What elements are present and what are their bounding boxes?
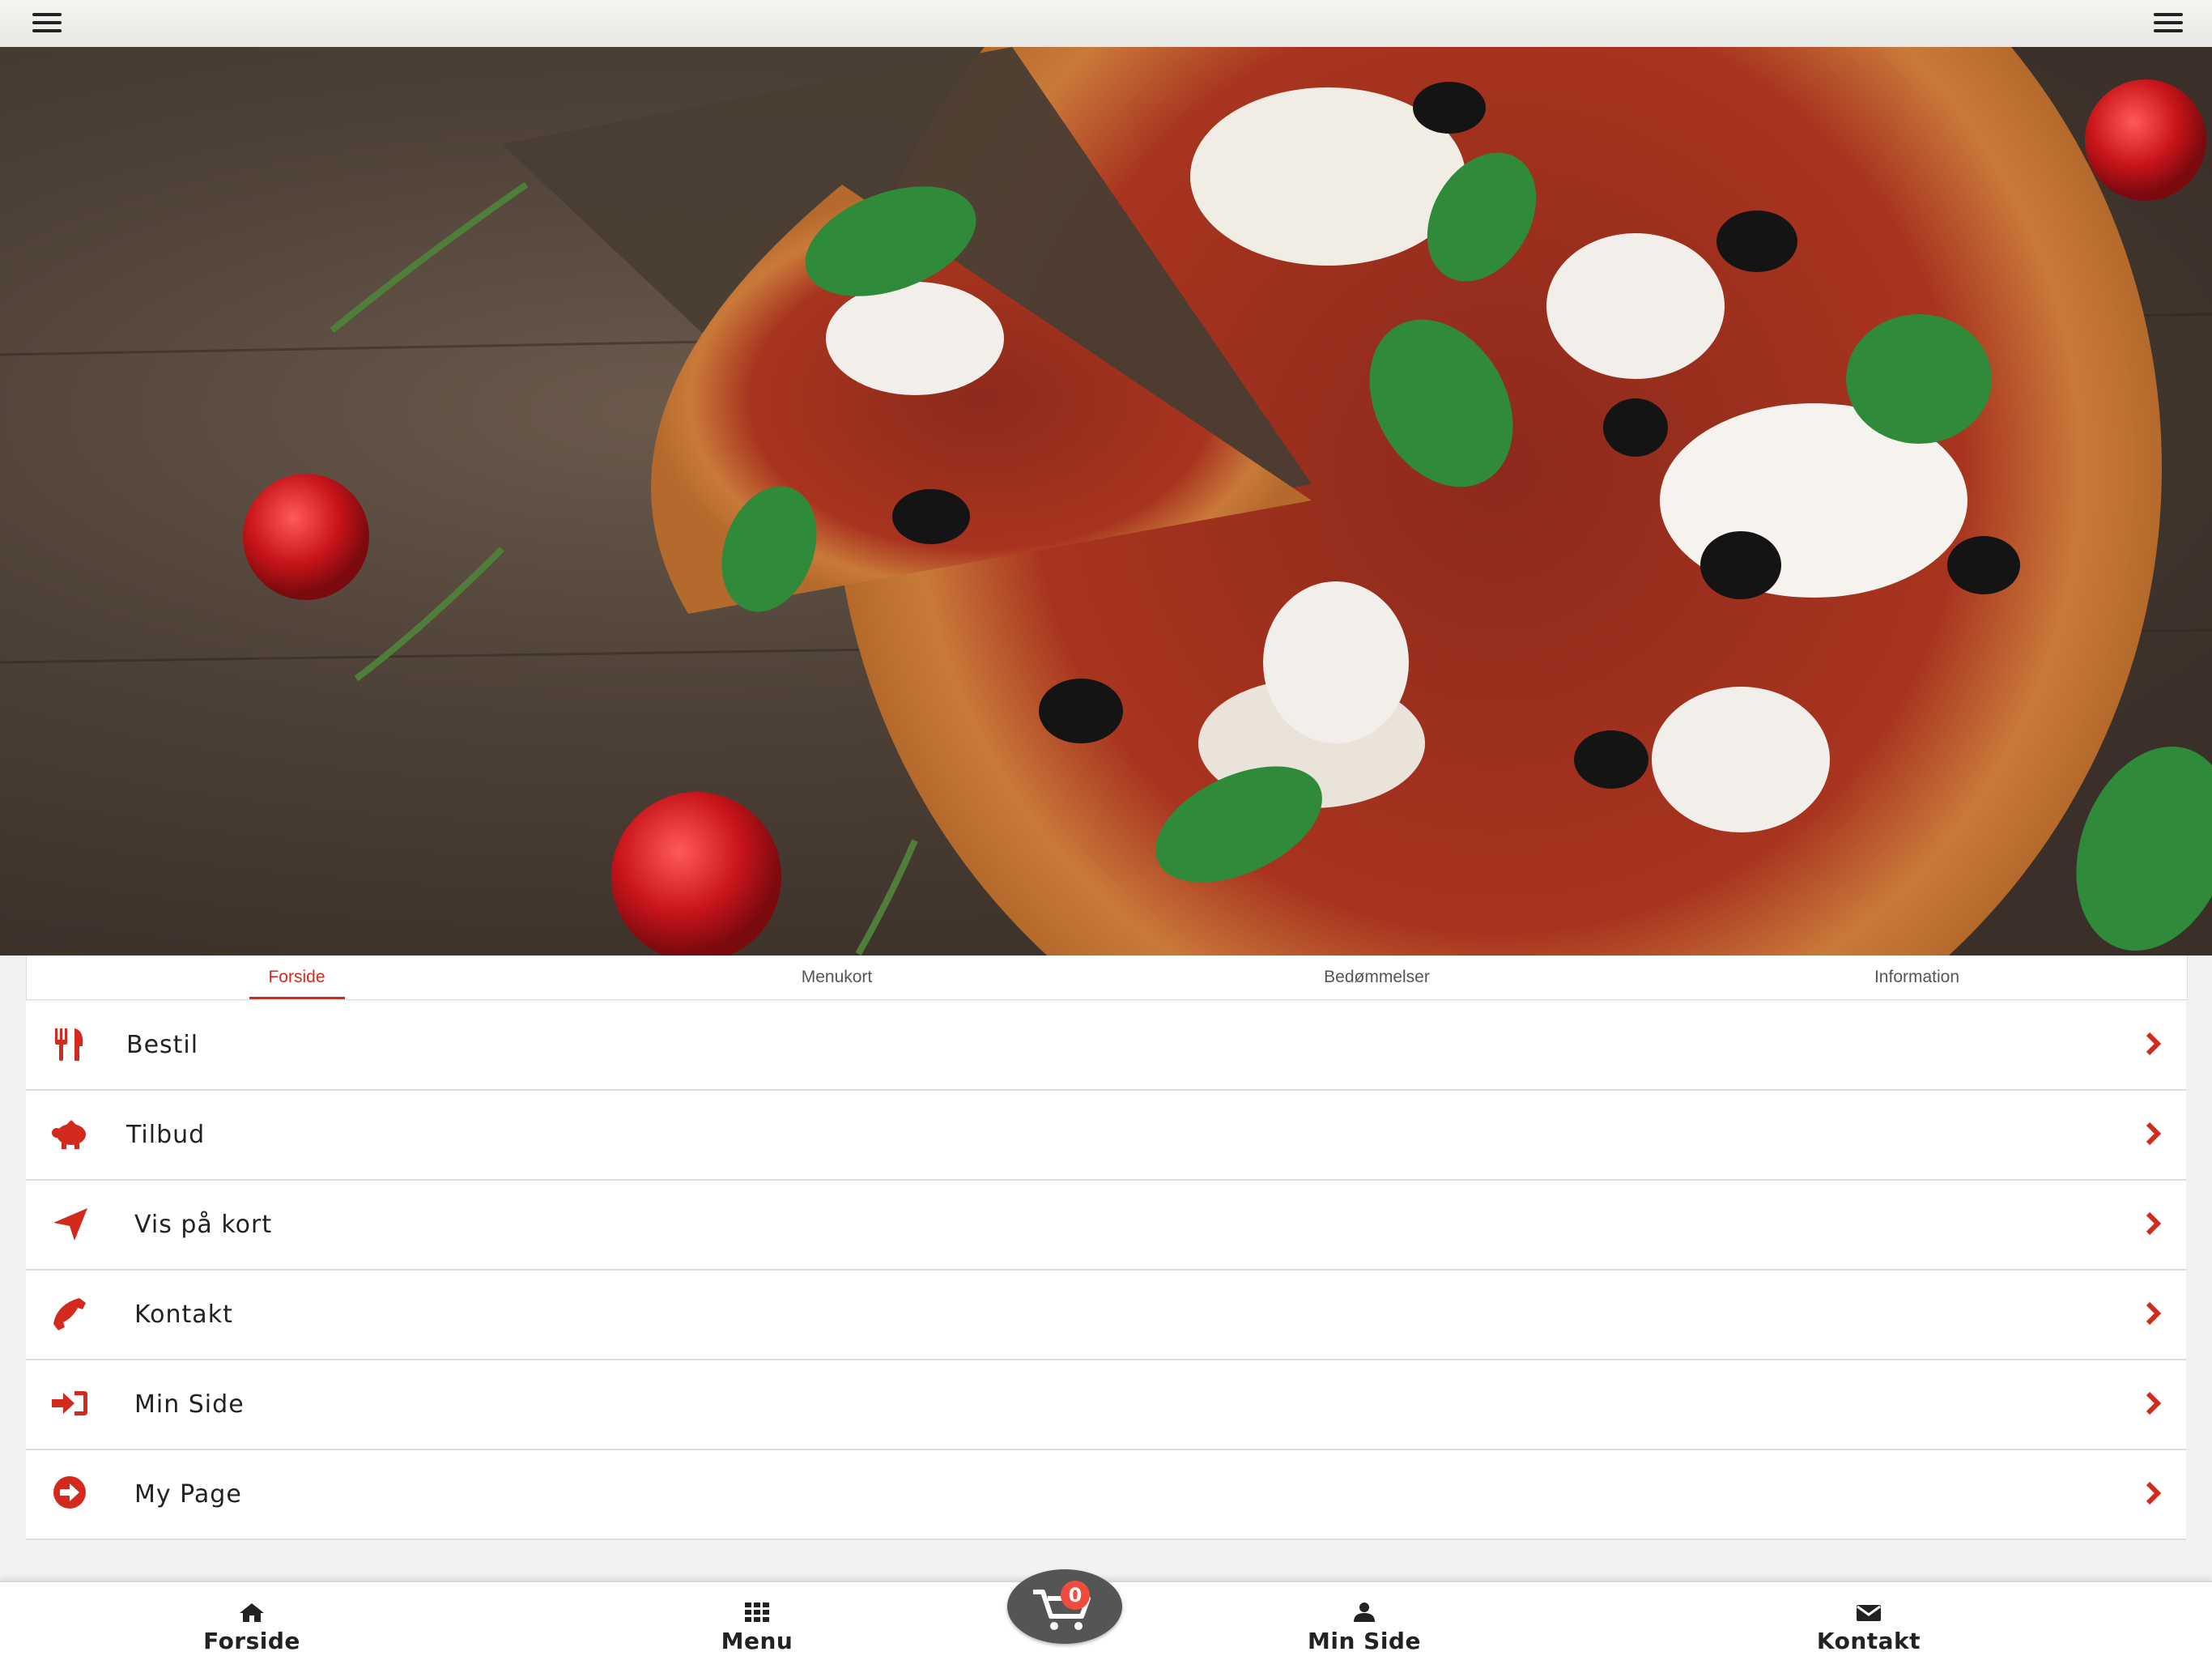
menu-item-min-side[interactable]: Min Side [26,1360,2186,1450]
location-arrow-icon [50,1205,91,1242]
menu-item-label: Tilbud [126,1121,206,1149]
hamburger-menu-right-icon[interactable] [2154,13,2183,34]
menu-item-my-page[interactable]: My Page [26,1450,2186,1540]
nav-min-side[interactable]: Min Side [1259,1582,1470,1660]
pizza-illustration [0,47,2212,956]
cart-button[interactable]: 0 [1007,1569,1122,1644]
top-bar [0,0,2212,47]
nav-kontakt[interactable]: Kontakt [1763,1582,1974,1660]
chevron-right-icon [2146,1301,2162,1326]
chevron-right-icon [2146,1391,2162,1415]
nav-menu[interactable]: Menu [652,1582,862,1660]
cutlery-icon [50,1025,91,1062]
menu-item-tilbud[interactable]: Tilbud [26,1091,2186,1181]
nav-label: Forside [203,1628,300,1654]
hero-pizza-image [0,47,2212,956]
menu-list: Bestil Tilbud Vis på kort Kontakt Min Si… [26,1001,2186,1540]
envelope-icon [1857,1605,1881,1621]
chevron-right-icon [2146,1032,2162,1056]
sign-in-icon [50,1385,91,1422]
chevron-right-icon [2146,1122,2162,1146]
tab-forside[interactable]: Forside [27,956,567,999]
tab-bedommelser[interactable]: Bedømmelser [1107,956,1647,999]
nav-label: Menu [721,1628,793,1654]
menu-item-kontakt[interactable]: Kontakt [26,1271,2186,1360]
grid-icon [745,1603,769,1622]
nav-label: Min Side [1308,1628,1421,1654]
menu-item-vis-paa-kort[interactable]: Vis på kort [26,1181,2186,1271]
menu-item-label: Kontakt [134,1300,233,1329]
menu-item-label: Min Side [134,1390,245,1419]
arrow-circle-right-icon [50,1475,91,1512]
tab-information[interactable]: Information [1647,956,2187,999]
menu-item-bestil[interactable]: Bestil [26,1001,2186,1091]
home-icon [240,1603,264,1622]
tab-bar: Forside Menukort Bedømmelser Information [26,956,2188,1000]
tab-menukort[interactable]: Menukort [567,956,1107,999]
menu-item-label: Vis på kort [134,1211,273,1239]
chevron-right-icon [2146,1481,2162,1505]
menu-item-label: My Page [134,1480,242,1509]
hamburger-menu-icon[interactable] [32,13,62,34]
nav-label: Kontakt [1816,1628,1921,1654]
phone-icon [50,1295,91,1332]
nav-forside[interactable]: Forside [147,1582,357,1660]
chevron-right-icon [2146,1211,2162,1236]
piggy-bank-icon [50,1115,91,1152]
user-icon [1354,1603,1375,1622]
cart-count-badge: 0 [1061,1581,1090,1610]
menu-item-label: Bestil [126,1031,199,1059]
